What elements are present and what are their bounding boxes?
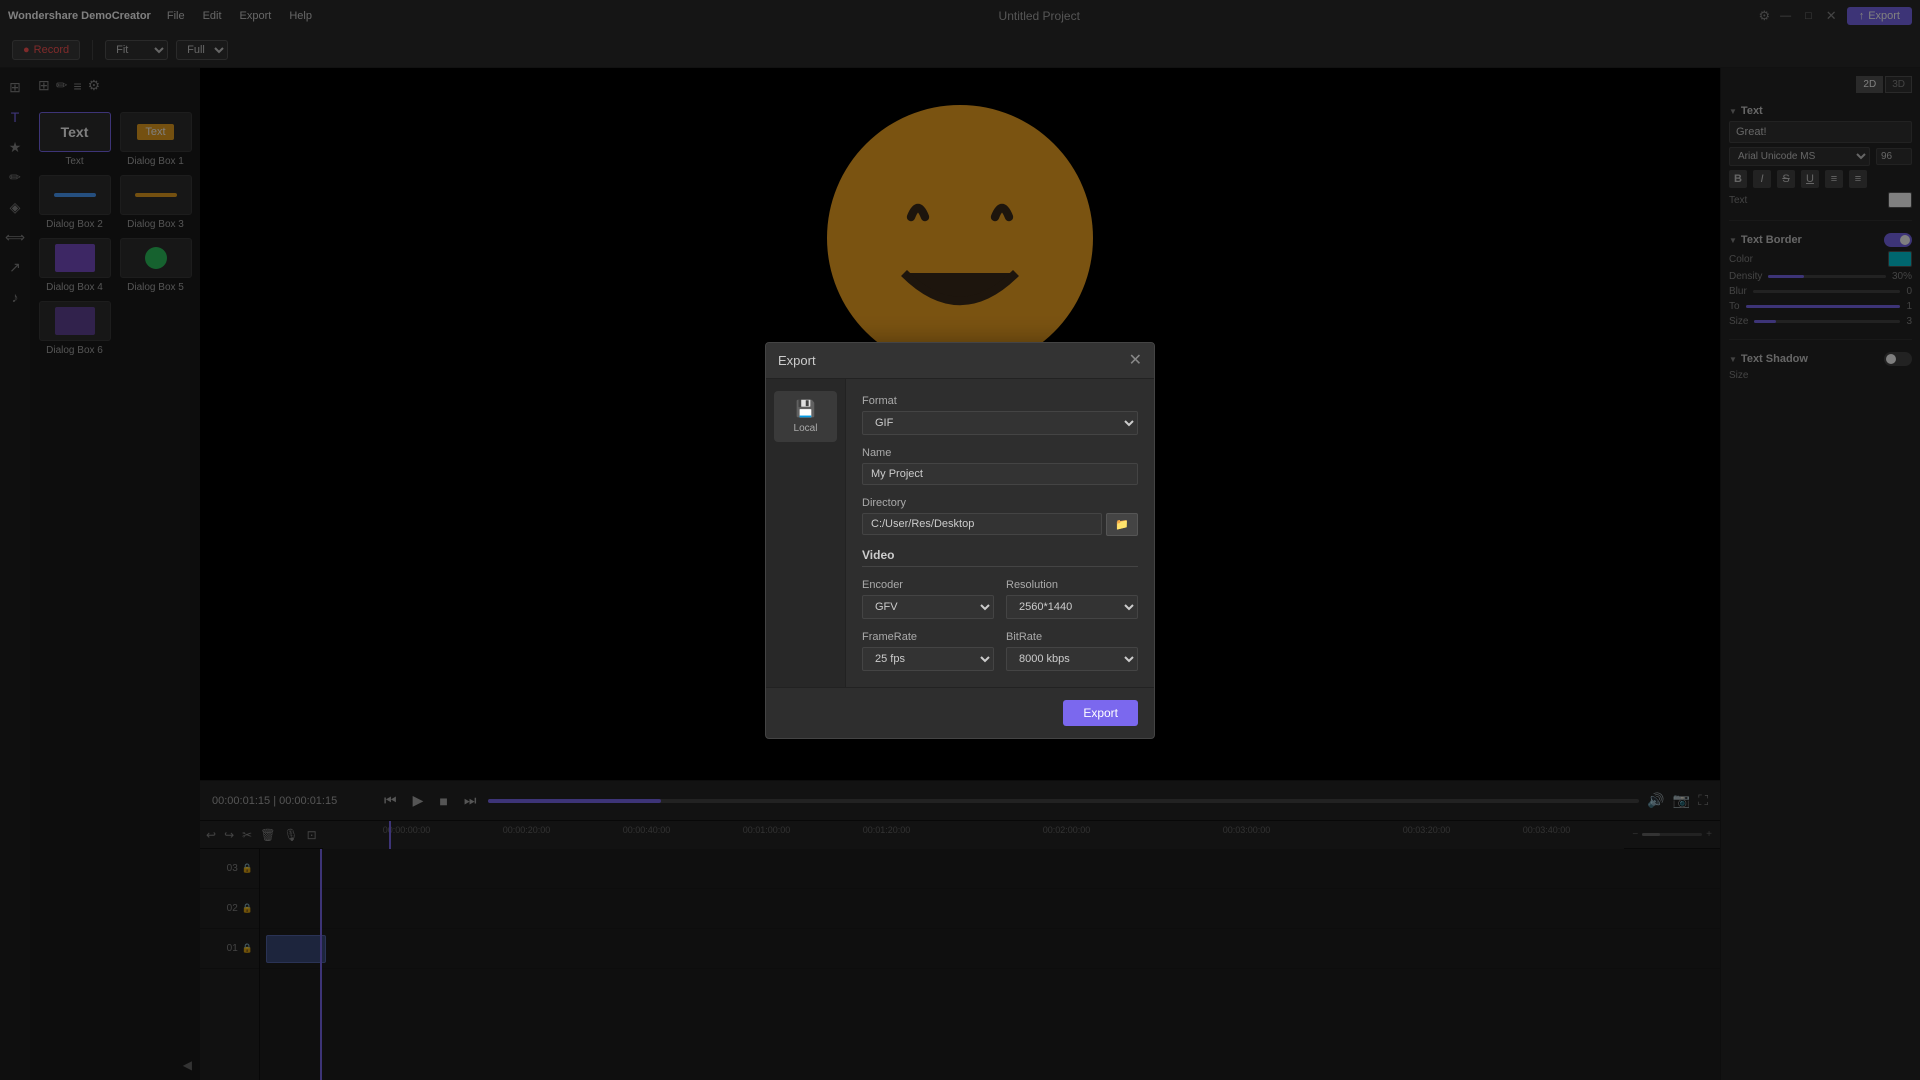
resolution-label: Resolution <box>1006 579 1138 591</box>
modal-tab-local[interactable]: 💾 Local <box>774 391 837 442</box>
encoder-select[interactable]: GFVH.264H.265 <box>862 595 994 619</box>
directory-input[interactable] <box>862 513 1102 535</box>
modal-tab-local-label: Local <box>794 423 818 434</box>
bitrate-select[interactable]: 8000 kbps4000 kbps12000 kbps <box>1006 647 1138 671</box>
bitrate-group: BitRate 8000 kbps4000 kbps12000 kbps <box>1006 631 1138 671</box>
format-label: Format <box>862 395 1138 407</box>
local-icon: 💾 <box>796 399 816 419</box>
encoder-group: Encoder GFVH.264H.265 <box>862 579 994 619</box>
name-label: Name <box>862 447 1138 459</box>
modal-sidebar: 💾 Local <box>766 379 846 687</box>
modal-body: 💾 Local Format GIF MP4MOVAVI Name <box>766 379 1154 687</box>
encoder-resolution-row: Encoder GFVH.264H.265 Resolution 2560*14… <box>862 579 1138 619</box>
framerate-group: FrameRate 25 fps30 fps60 fps <box>862 631 994 671</box>
modal-title: Export <box>778 353 816 368</box>
modal-footer: Export <box>766 687 1154 738</box>
encoder-label: Encoder <box>862 579 994 591</box>
directory-label: Directory <box>862 497 1138 509</box>
name-group: Name <box>862 447 1138 485</box>
export-modal: Export ✕ 💾 Local Format GIF MP4MOVAVI <box>765 342 1155 739</box>
resolution-select[interactable]: 2560*14401920*10801280*720 <box>1006 595 1138 619</box>
directory-row: 📁 <box>862 513 1138 536</box>
export-button[interactable]: Export <box>1063 700 1138 726</box>
modal-content: Format GIF MP4MOVAVI Name Directory <box>846 379 1154 687</box>
modal-header: Export ✕ <box>766 343 1154 379</box>
name-input[interactable] <box>862 463 1138 485</box>
format-group: Format GIF MP4MOVAVI <box>862 395 1138 435</box>
bitrate-label: BitRate <box>1006 631 1138 643</box>
modal-close-button[interactable]: ✕ <box>1129 350 1142 370</box>
framerate-bitrate-row: FrameRate 25 fps30 fps60 fps BitRate 800… <box>862 631 1138 671</box>
framerate-select[interactable]: 25 fps30 fps60 fps <box>862 647 994 671</box>
framerate-label: FrameRate <box>862 631 994 643</box>
modal-overlay: Export ✕ 💾 Local Format GIF MP4MOVAVI <box>0 0 1920 1080</box>
directory-group: Directory 📁 <box>862 497 1138 536</box>
resolution-group: Resolution 2560*14401920*10801280*720 <box>1006 579 1138 619</box>
browse-button[interactable]: 📁 <box>1106 513 1138 536</box>
video-section-title: Video <box>862 548 1138 567</box>
format-select[interactable]: GIF MP4MOVAVI <box>862 411 1138 435</box>
